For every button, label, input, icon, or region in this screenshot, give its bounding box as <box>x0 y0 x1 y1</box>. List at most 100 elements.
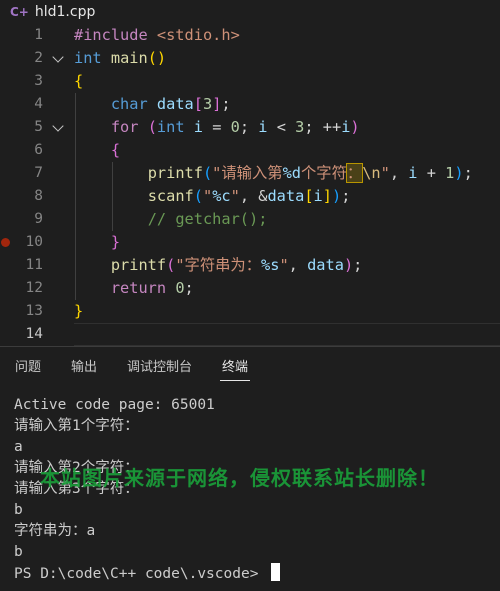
code-token: ; <box>353 256 363 274</box>
tab-output[interactable]: 输出 <box>71 356 97 375</box>
indent-guide <box>75 93 76 300</box>
code-token: [ <box>193 95 203 113</box>
code-token: return <box>110 279 167 297</box>
terminal-line: 请输入第1个字符： <box>14 416 280 437</box>
code-line[interactable]: 1 #include <stdio.h> <box>0 24 500 47</box>
code-token: %s <box>261 256 280 274</box>
terminal-text: PS D:\code\C++ code\.vscode> <box>14 566 268 582</box>
tab-debug-console[interactable]: 调试控制台 <box>127 356 192 375</box>
terminal-line: a <box>14 437 280 458</box>
code-token: ( <box>147 118 157 136</box>
code-line[interactable]: 14 <box>0 323 500 346</box>
line-number: 9 <box>34 211 43 227</box>
code-token: ; <box>341 187 351 205</box>
code-text: for (int i = 0; i < 3; ++i) <box>74 116 360 139</box>
code-text: scanf("%c", &data[i]); <box>74 185 351 208</box>
line-number: 3 <box>34 73 43 89</box>
code-token: " <box>279 256 289 274</box>
cpp-file-icon: C+ <box>10 5 29 19</box>
code-line[interactable]: 13} <box>0 300 500 323</box>
code-token: <stdio.h> <box>156 26 240 44</box>
code-token: ; <box>184 279 194 297</box>
terminal-line: b <box>14 542 280 563</box>
line-number: 12 <box>25 280 43 296</box>
code-token: ( <box>193 187 203 205</box>
code-token: = <box>203 118 231 136</box>
code-token: ) <box>331 187 342 205</box>
code-token: } <box>74 302 84 320</box>
code-token: 个字符 <box>301 164 347 182</box>
code-token: ) <box>454 164 464 182</box>
code-text: return 0; <box>74 277 194 300</box>
file-tab[interactable]: C+ hld1.cpp <box>0 0 109 24</box>
code-token: } <box>110 233 121 251</box>
code-token: 0 <box>175 279 185 297</box>
code-token: // getchar(); <box>147 210 268 228</box>
terminal-text: a <box>14 439 23 455</box>
code-text: { <box>74 70 83 93</box>
code-text: #include <stdio.h> <box>74 24 240 47</box>
code-token: , <box>288 256 308 274</box>
code-line[interactable]: 2 int main() <box>0 47 500 70</box>
line-number: 13 <box>25 303 43 319</box>
code-token: [ <box>304 187 314 205</box>
terminal-text: b <box>14 502 23 518</box>
code-token: ) <box>350 118 360 136</box>
line-number: 4 <box>34 96 43 112</box>
code-editor[interactable]: 1 #include <stdio.h> 2 int main() 3{4 char d… <box>0 24 500 346</box>
terminal-line: 字符串为：a <box>14 521 280 542</box>
fold-chevron-icon[interactable] <box>54 53 62 61</box>
code-token: printf <box>147 164 203 182</box>
tab-terminal[interactable]: 终端 <box>222 356 248 375</box>
code-text: char data[3]; <box>74 93 231 116</box>
terminal-text: 字符串为：a <box>14 523 96 539</box>
code-token: %c <box>212 187 231 205</box>
code-token: 1 <box>445 164 455 182</box>
line-number: 5 <box>34 119 43 135</box>
code-token: char <box>110 95 148 113</box>
code-token: \n <box>362 164 381 182</box>
code-token: main <box>110 49 148 67</box>
code-token: i <box>408 164 418 182</box>
code-token: i <box>193 118 203 136</box>
code-text: printf("请输入第%d个字符：\n", i + 1); <box>74 162 473 185</box>
current-line-highlight <box>74 323 500 346</box>
code-token: , & <box>239 187 268 205</box>
terminal-prompt: PS D:\code\C++ code\.vscode> <box>14 563 281 584</box>
line-number: 7 <box>34 165 43 181</box>
code-token: for <box>110 118 139 136</box>
tab-problems[interactable]: 问题 <box>15 356 41 375</box>
fold-chevron-icon[interactable] <box>54 122 62 130</box>
code-token: " <box>380 164 390 182</box>
code-token: { <box>74 72 84 90</box>
code-text: // getchar(); <box>74 208 268 231</box>
terminal-cursor <box>271 563 281 581</box>
code-token: " <box>202 187 213 205</box>
code-line[interactable]: 3{ <box>0 70 500 93</box>
code-token: "请输入第 <box>212 164 283 182</box>
line-number: 1 <box>34 27 43 43</box>
code-token: ; ++ <box>304 118 342 136</box>
indent-guide <box>112 162 113 231</box>
terminal-text: b <box>14 544 23 560</box>
code-token: , <box>389 164 409 182</box>
code-token: ; <box>239 118 259 136</box>
code-token: ( <box>202 164 213 182</box>
active-tab-indicator <box>220 380 250 381</box>
code-text: } <box>74 231 120 254</box>
file-tab-label: hld1.cpp <box>34 4 96 20</box>
code-token: i <box>313 187 323 205</box>
code-token: data <box>307 256 344 274</box>
code-token: ; <box>221 95 231 113</box>
code-token: int <box>156 118 185 136</box>
